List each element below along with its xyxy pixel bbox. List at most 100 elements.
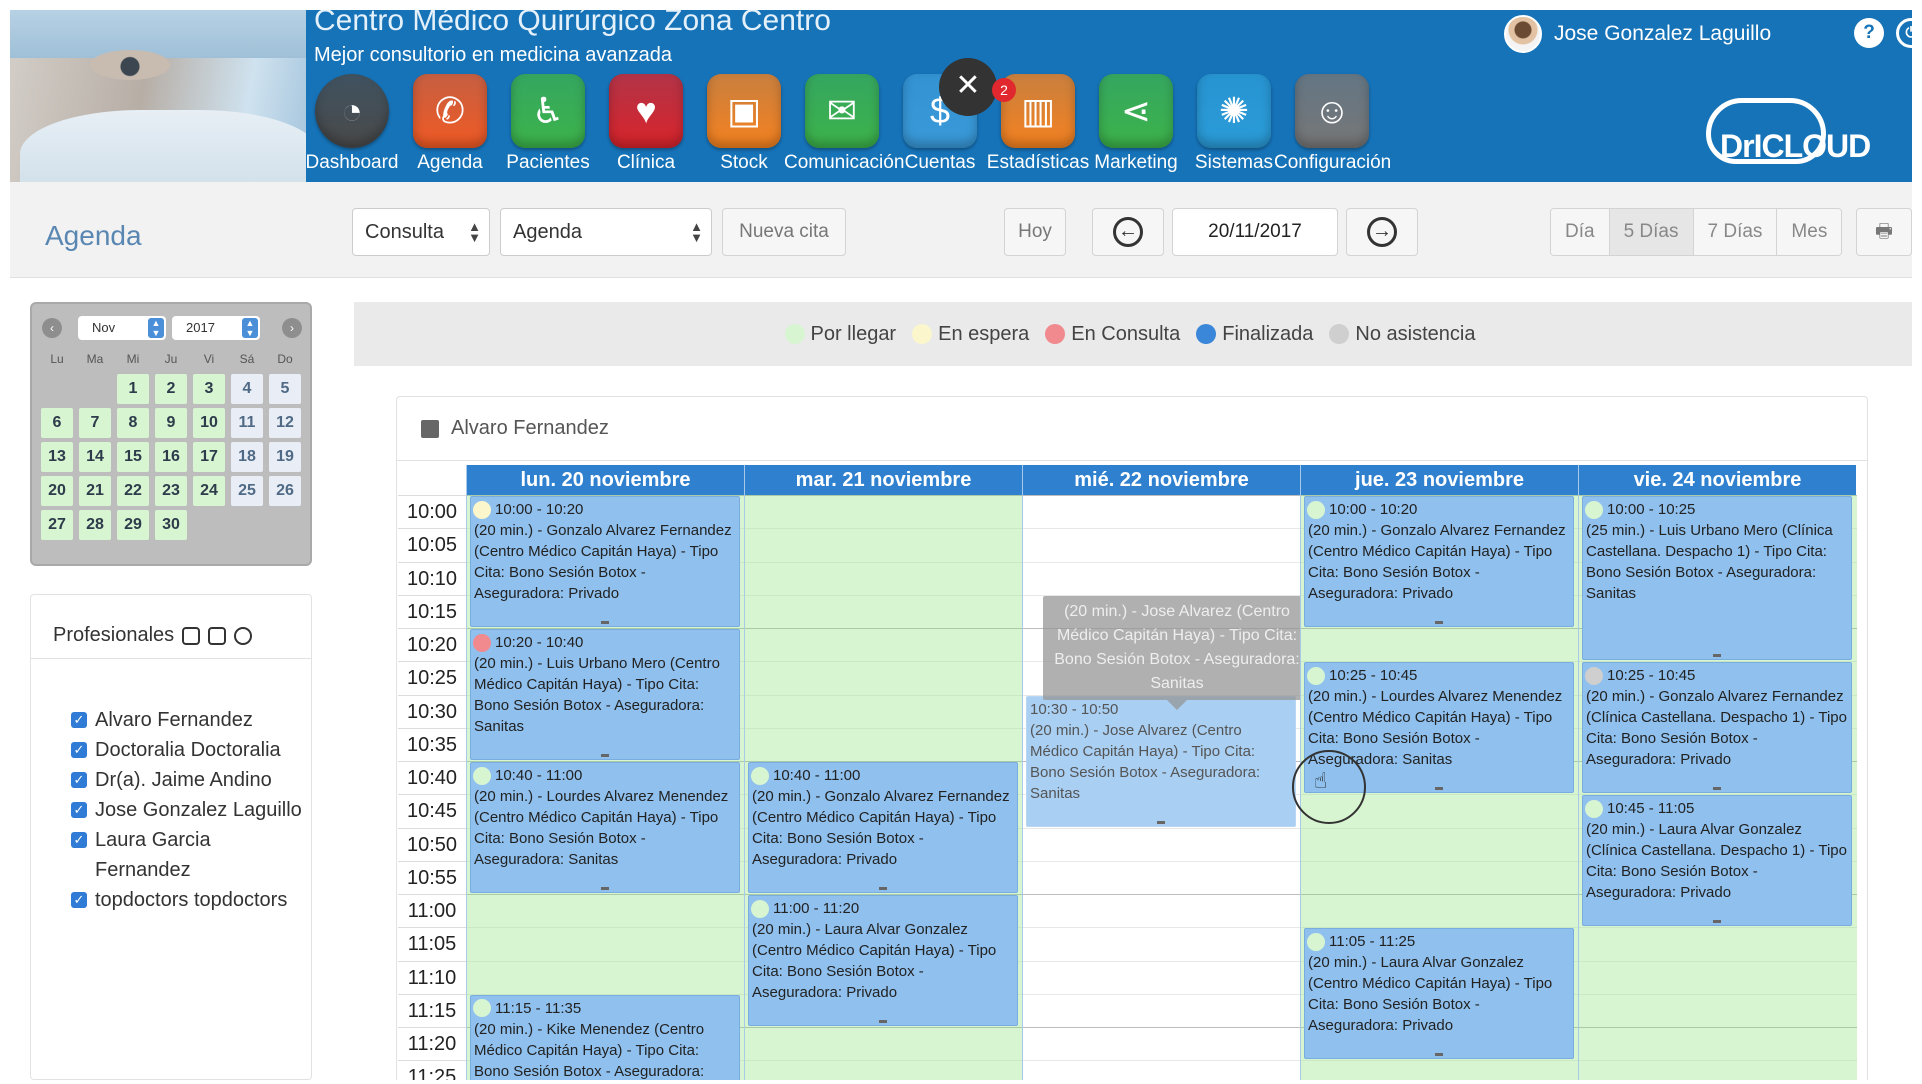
time-slot[interactable]	[1023, 561, 1301, 595]
checkbox-checked-icon[interactable]: ✓	[71, 802, 87, 818]
calendar-prev-icon[interactable]: ‹	[42, 318, 62, 338]
resize-handle[interactable]	[1435, 621, 1443, 624]
checkbox-checked-icon[interactable]: ✓	[71, 772, 87, 788]
calendar-day[interactable]: 4	[231, 374, 263, 404]
time-slot[interactable]	[745, 628, 1023, 662]
calendar-day[interactable]: 28	[79, 510, 111, 540]
appointment-card[interactable]: 10:45 - 11:05 (20 min.) - Laura Alvar Gon…	[1582, 795, 1852, 927]
type-select[interactable]: Consulta ▲ ▼	[352, 208, 490, 256]
checkbox-checked-icon[interactable]: ✓	[71, 832, 87, 848]
calendar-day[interactable]: 15	[117, 442, 149, 472]
calendar-day[interactable]: 8	[117, 408, 149, 438]
prev-button[interactable]: ←	[1092, 208, 1164, 256]
calendar-day[interactable]: 10	[193, 408, 225, 438]
professional-item[interactable]: ✓ Jose Gonzalez Laguillo	[71, 795, 307, 825]
resize-handle[interactable]	[1157, 820, 1165, 824]
time-slot[interactable]	[1023, 495, 1301, 528]
checkbox-checked-icon[interactable]: ✓	[71, 892, 87, 908]
time-slot[interactable]	[1301, 894, 1579, 928]
time-slot[interactable]	[745, 1060, 1023, 1080]
avatar[interactable]	[1504, 15, 1542, 53]
time-slot[interactable]	[1023, 827, 1301, 861]
module-configuracion[interactable]: ☺ Configuración	[1274, 74, 1391, 182]
calendar-day[interactable]: 11	[231, 408, 263, 438]
resize-handle[interactable]	[1713, 787, 1721, 791]
time-slot[interactable]	[1023, 993, 1301, 1027]
calendar-day[interactable]: 18	[231, 442, 263, 472]
resize-handle[interactable]	[1435, 1053, 1443, 1057]
power-icon[interactable]: ⏻	[1896, 18, 1912, 48]
resize-handle[interactable]	[601, 621, 609, 624]
calendar-day[interactable]: 20	[41, 476, 73, 506]
time-slot[interactable]	[1579, 960, 1857, 994]
toggle-icon[interactable]	[234, 626, 253, 645]
calendar-day[interactable]: 30	[155, 510, 187, 540]
time-slot[interactable]	[1301, 1060, 1579, 1080]
appointment-card[interactable]: 10:40 - 11:00 (20 min.) - Lourdes Alvarez…	[470, 762, 740, 893]
calendar-day[interactable]: 22	[117, 476, 149, 506]
time-slot[interactable]	[1579, 1060, 1857, 1080]
help-icon[interactable]: ?	[1854, 18, 1884, 48]
view-select[interactable]: Agenda ▲ ▼	[500, 208, 712, 256]
time-slot[interactable]	[1023, 528, 1301, 561]
appointment-card[interactable]: 11:00 - 11:20 (20 min.) - Laura Alvar Gon…	[748, 895, 1018, 1026]
calendar-day[interactable]: 14	[79, 442, 111, 472]
today-button[interactable]: Hoy	[1004, 208, 1066, 256]
appointment-card[interactable]: 10:00 - 10:20 (20 min.) - Gonzalo Alvarez…	[470, 496, 740, 627]
appointment-card[interactable]: 11:05 - 11:25 (20 min.) - Laura Alvar Gon…	[1304, 928, 1574, 1060]
calendar-day[interactable]: 23	[155, 476, 187, 506]
time-slot[interactable]	[745, 528, 1023, 562]
month-select[interactable]: Nov ▲ ▼	[78, 316, 166, 340]
time-slot[interactable]	[1023, 894, 1301, 927]
close-icon[interactable]: ✕	[939, 58, 997, 116]
professional-item[interactable]: ✓ Alvaro Fernandez	[71, 705, 307, 735]
time-slot[interactable]	[1579, 993, 1857, 1027]
professional-item[interactable]: ✓ topdoctors topdoctors	[71, 885, 307, 915]
time-slot[interactable]	[1023, 860, 1301, 894]
time-slot[interactable]	[745, 1027, 1023, 1061]
checkbox-checked-icon[interactable]: ✓	[71, 742, 87, 758]
view-7-dias-button[interactable]: 7 Días	[1693, 209, 1778, 255]
time-slot[interactable]	[467, 927, 745, 961]
calendar-day[interactable]: 29	[117, 510, 149, 540]
time-slot[interactable]	[1023, 927, 1301, 960]
calendar-day[interactable]: 5	[269, 374, 301, 404]
calendar-day[interactable]: 7	[79, 408, 111, 438]
calendar-day[interactable]: 25	[231, 476, 263, 506]
resize-handle[interactable]	[601, 887, 609, 890]
time-slot[interactable]	[1579, 927, 1857, 961]
appointment-card[interactable]: 10:30 - 10:50 (20 min.) - Jose Alvarez (C…	[1026, 695, 1296, 827]
time-slot[interactable]	[1301, 827, 1579, 861]
time-slot[interactable]	[1579, 1027, 1857, 1061]
appointment-card[interactable]: 10:40 - 11:00 (20 min.) - Gonzalo Alvarez…	[748, 762, 1018, 893]
view-5-dias-button[interactable]: 5 Días	[1609, 209, 1694, 255]
time-slot[interactable]	[467, 894, 745, 928]
appointment-card[interactable]: 10:25 - 10:45 (20 min.) - Gonzalo Alvarez…	[1582, 662, 1852, 794]
appointment-card[interactable]: 10:00 - 10:25 (25 min.) - Luis Urbano Mer…	[1582, 496, 1852, 661]
calendar-day[interactable]: 26	[269, 476, 301, 506]
time-slot[interactable]	[1301, 628, 1579, 662]
view-mes-button[interactable]: Mes	[1777, 209, 1842, 255]
resize-handle[interactable]	[601, 754, 609, 757]
appointment-card[interactable]: 11:15 - 11:35 (20 min.) - Kike Menendez (…	[470, 994, 740, 1080]
calendar-day[interactable]: 19	[269, 442, 301, 472]
date-field[interactable]: 20/11/2017	[1172, 208, 1338, 256]
view-dia-button[interactable]: Día	[1551, 209, 1610, 255]
calendar-day[interactable]: 16	[155, 442, 187, 472]
professional-item[interactable]: ✓ Doctoralia Doctoralia	[71, 735, 307, 765]
time-slot[interactable]	[467, 960, 745, 994]
appointment-card[interactable]: 10:00 - 10:20 (20 min.) - Gonzalo Alvarez…	[1304, 496, 1574, 627]
calendar-day[interactable]: 3	[193, 374, 225, 404]
resize-handle[interactable]	[1435, 787, 1443, 791]
check-all-icon[interactable]	[182, 626, 201, 645]
calendar-day[interactable]: 9	[155, 408, 187, 438]
appointment-card[interactable]: 10:20 - 10:40 (20 min.) - Luis Urbano Mer…	[470, 629, 740, 760]
checkbox-checked-icon[interactable]: ✓	[71, 712, 87, 728]
next-button[interactable]: →	[1346, 208, 1418, 256]
time-slot[interactable]	[745, 727, 1023, 761]
user-menu[interactable]: Jose Gonzalez Laguillo	[1504, 14, 1771, 54]
calendar-day[interactable]: 21	[79, 476, 111, 506]
calendar-day[interactable]: 24	[193, 476, 225, 506]
time-slot[interactable]	[745, 561, 1023, 595]
calendar-day[interactable]: 1	[117, 374, 149, 404]
